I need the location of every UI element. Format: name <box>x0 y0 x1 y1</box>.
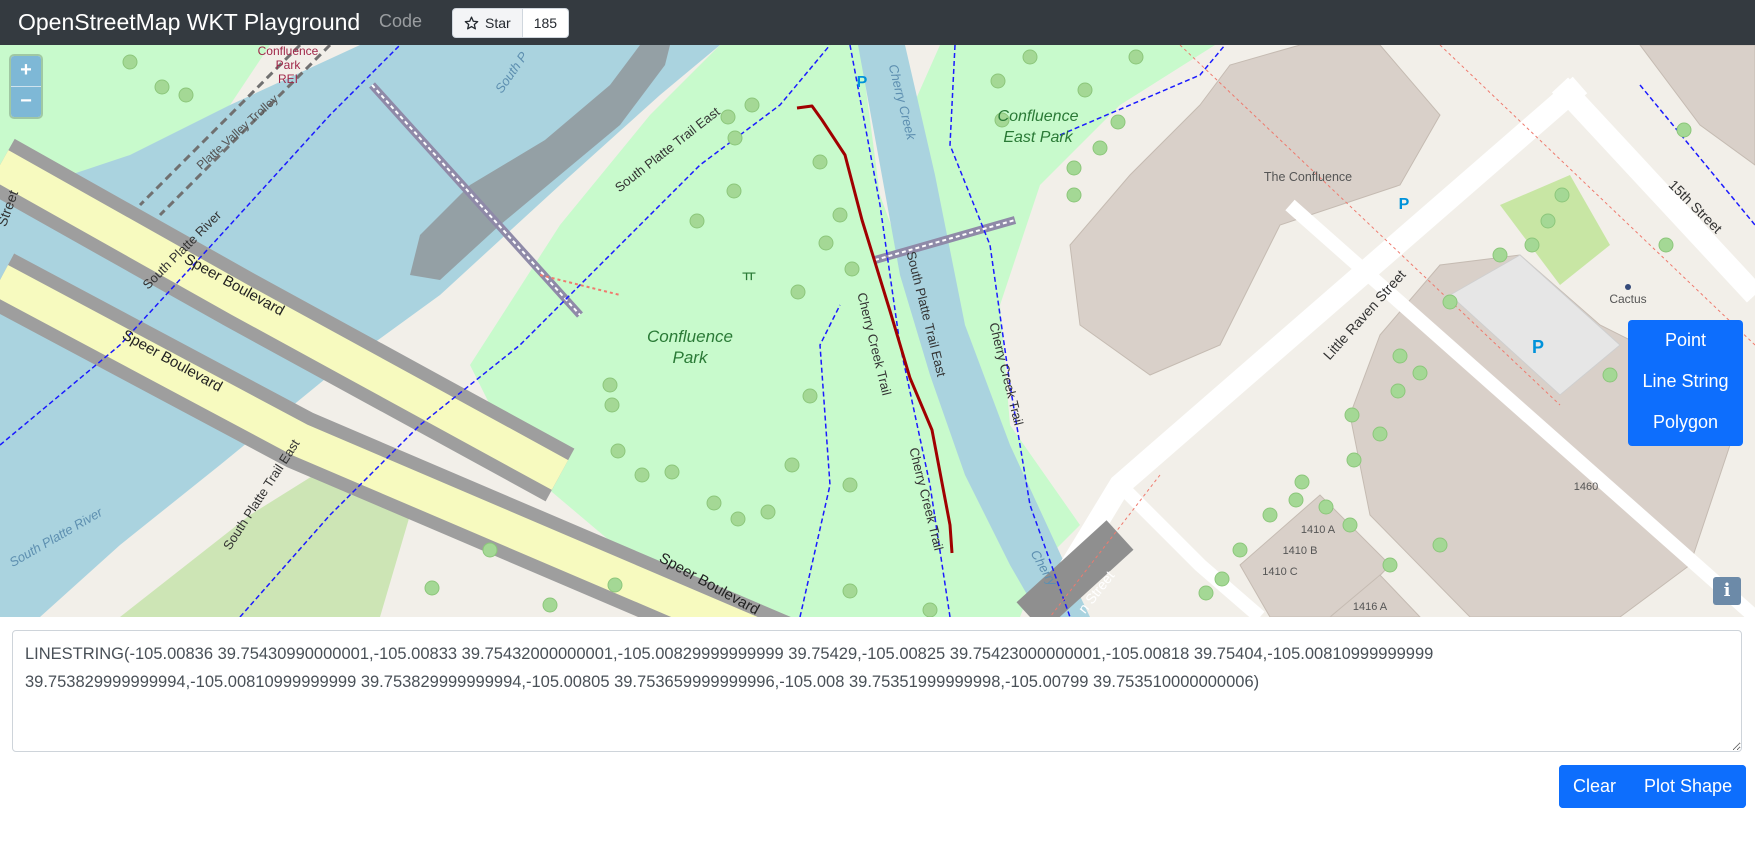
building-1410c-label: 1410 C <box>1262 566 1298 578</box>
map-canvas[interactable]: Confluence Park Confluence East Park The… <box>0 45 1755 617</box>
zoom-control[interactable]: + − <box>11 56 41 117</box>
confluence-park-rei-label-2: Park <box>276 58 302 72</box>
action-buttons: Clear Plot Shape <box>1559 765 1747 808</box>
zoom-out-button[interactable]: − <box>11 86 41 117</box>
github-star-widget[interactable]: Star 185 <box>452 8 570 38</box>
confluence-park-label-2: Park <box>673 348 709 367</box>
code-link[interactable]: Code <box>379 11 422 32</box>
confluence-east-label-2: East Park <box>1003 129 1073 146</box>
draw-linestring-button[interactable]: Line String <box>1628 361 1743 402</box>
the-confluence-label: The Confluence <box>1264 170 1352 184</box>
confluence-park-label-1: Confluence <box>647 327 733 346</box>
map-view[interactable]: Confluence Park Confluence East Park The… <box>0 45 1755 617</box>
picnic-icon: ㅠ <box>742 268 757 285</box>
navbar: OpenStreetMap WKT Playground Code Star 1… <box>0 0 1755 45</box>
draw-point-button[interactable]: Point <box>1628 320 1743 361</box>
zoom-in-button[interactable]: + <box>11 56 41 86</box>
confluence-east-label-1: Confluence <box>998 108 1079 125</box>
confluence-park-rei-label-1: Confluence <box>258 45 319 58</box>
parking-label: P <box>1532 337 1544 357</box>
star-icon <box>464 15 479 29</box>
building-1460-label: 1460 <box>1574 481 1598 493</box>
draw-polygon-button[interactable]: Polygon <box>1628 402 1743 443</box>
building-1410b-label: 1410 B <box>1283 545 1318 557</box>
cactus-label: Cactus <box>1609 292 1646 306</box>
confluence-park-rei-label-3: REI <box>278 72 298 86</box>
clear-button[interactable]: Clear <box>1559 765 1631 808</box>
bicycle-parking-label: P <box>1399 196 1410 213</box>
building-1410a-label: 1410 A <box>1301 524 1336 536</box>
star-button[interactable]: Star <box>452 8 523 38</box>
app-title[interactable]: OpenStreetMap WKT Playground <box>18 9 360 36</box>
building-1416a-label: 1416 A <box>1353 601 1388 613</box>
star-count[interactable]: 185 <box>522 8 570 38</box>
info-button[interactable]: i <box>1713 577 1741 605</box>
plot-shape-button[interactable]: Plot Shape <box>1630 765 1747 808</box>
wkt-input[interactable]: LINESTRING(-105.00836 39.75430990000001,… <box>12 630 1742 752</box>
star-label: Star <box>485 15 511 31</box>
draw-menu[interactable]: Point Line String Polygon <box>1628 320 1743 446</box>
bicycle-parking-label-2: P <box>857 74 868 91</box>
